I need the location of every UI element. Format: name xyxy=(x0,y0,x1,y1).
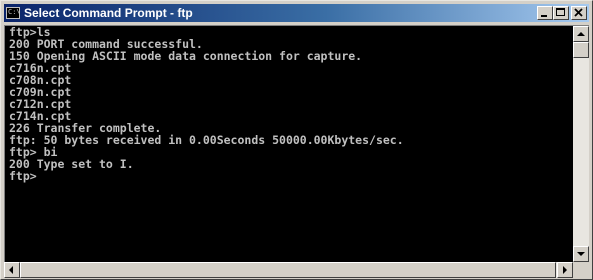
horizontal-scrollbar[interactable] xyxy=(4,262,573,278)
horizontal-scroll-thumb[interactable] xyxy=(20,262,556,278)
console-line: ftp: 50 bytes received in 0.00Seconds 50… xyxy=(9,133,404,147)
title-bar-buttons xyxy=(537,6,587,20)
up-arrow-icon xyxy=(577,32,585,36)
maximize-button[interactable] xyxy=(553,6,569,20)
vertical-scroll-thumb[interactable] xyxy=(573,42,589,58)
close-button[interactable] xyxy=(571,6,587,20)
size-grip[interactable] xyxy=(573,262,589,278)
command-prompt-icon[interactable]: C:\ xyxy=(6,7,20,19)
scroll-left-button[interactable] xyxy=(4,262,20,278)
down-arrow-icon xyxy=(577,252,585,256)
console-line: ftp> xyxy=(9,169,37,183)
vertical-scrollbar[interactable] xyxy=(573,26,589,262)
minimize-button[interactable] xyxy=(537,6,553,20)
close-icon xyxy=(574,8,583,17)
console-output-area[interactable]: ftp>ls 200 PORT command successful. 150 … xyxy=(4,25,589,262)
left-arrow-icon xyxy=(9,266,13,274)
command-prompt-window: C:\ Select Command Prompt - ftp ftp>ls 2… xyxy=(0,0,593,280)
maximize-icon xyxy=(556,8,565,16)
right-arrow-icon xyxy=(563,266,567,274)
console-text: ftp>ls 200 PORT command successful. 150 … xyxy=(9,26,569,182)
scroll-right-button[interactable] xyxy=(557,262,573,278)
scroll-up-button[interactable] xyxy=(573,26,589,42)
scroll-down-button[interactable] xyxy=(573,246,589,262)
minimize-icon xyxy=(541,15,547,17)
window-title: Select Command Prompt - ftp xyxy=(24,6,193,20)
title-bar[interactable]: C:\ Select Command Prompt - ftp xyxy=(4,4,589,22)
